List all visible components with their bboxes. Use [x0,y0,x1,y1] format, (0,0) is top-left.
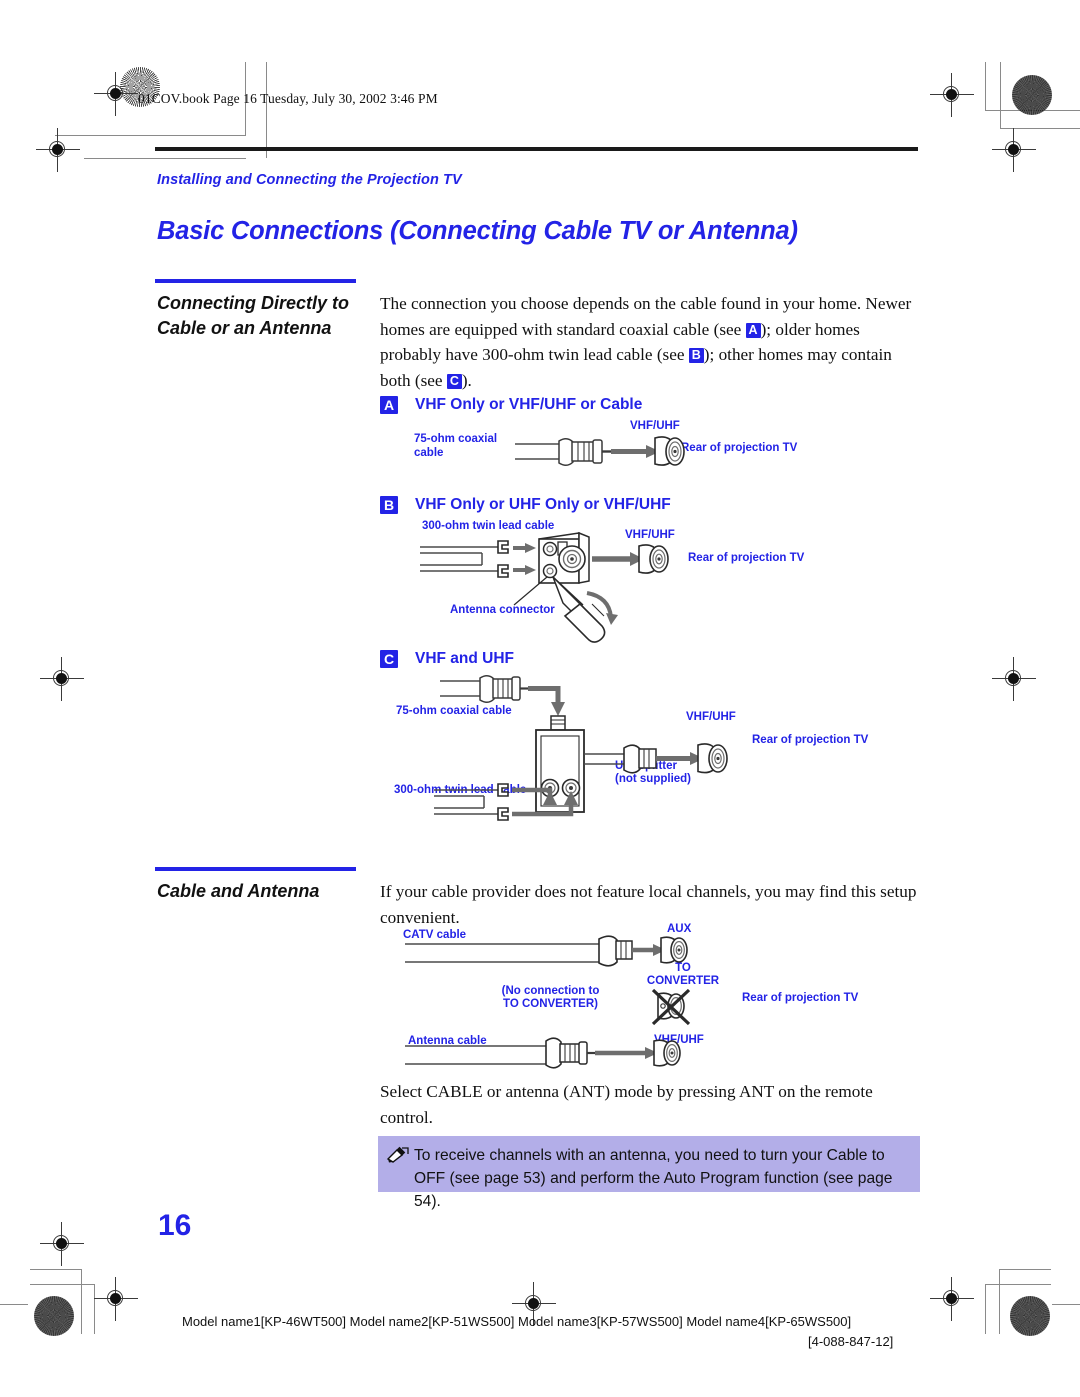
star-target-mark [1010,1296,1050,1336]
pencil-note-icon [386,1146,409,1163]
header-rule [155,147,918,151]
crop-line [55,135,245,136]
section-chip-b: B [380,496,398,514]
section-chip-c: C [380,650,398,668]
body-text-part-4: ). [461,370,472,390]
registration-mark [40,657,84,701]
diagram-b-graphic [420,531,669,643]
inline-chip-b: B [688,348,704,364]
section-heading-connecting-directly: Connecting Directly to Cable or an Anten… [157,293,350,338]
note-text: To receive channels with an antenna, you… [414,1147,893,1210]
diagram-d-graphic [405,935,691,1069]
diagram-d-label-rear: Rear of projection TV [742,992,859,1004]
crop-line [985,62,986,111]
note-box: To receive channels with an antenna, you… [378,1136,920,1210]
crop-line [999,1269,1000,1334]
section-2-closing: Select CABLE or antenna (ANT) mode by pr… [380,1082,873,1127]
diagram-d-label-aux: AUX [667,923,692,935]
section-chip-a: A [380,396,398,414]
registration-mark [930,1277,974,1321]
section-heading-cable-and-antenna: Cable and Antenna [157,881,320,901]
diagram-a-label-rear: Rear of projection TV [681,442,798,454]
crop-line [266,62,267,158]
chapter-title: Installing and Connecting the Projection… [157,172,462,188]
diagram-c-graphic [434,675,728,821]
registration-mark [40,1222,84,1266]
inline-chip-c: C [446,373,462,389]
file-info-line: 01COV.book Page 16 Tuesday, July 30, 200… [138,91,438,106]
registration-mark [36,128,80,172]
crop-line [81,1269,82,1334]
crop-line [1052,1304,1080,1305]
crop-line [985,1284,986,1334]
crop-line [30,1284,94,1285]
section-2-body: If your cable provider does not feature … [380,882,917,927]
diagram-a-graphic [515,436,685,466]
page-number: 16 [158,1209,192,1242]
footer-models: Model name1[KP-46WT500] Model name2[KP-5… [182,1314,852,1329]
crop-line [0,1304,28,1305]
star-target-mark [1012,75,1052,115]
crop-line [84,158,246,159]
crop-line [30,1269,82,1270]
registration-mark [992,657,1036,701]
inline-chip-a: A [745,322,761,338]
page-title: Basic Connections (Connecting Cable TV o… [157,217,798,245]
registration-mark [94,1277,138,1321]
registration-mark [992,128,1036,172]
section-rule [155,279,356,283]
crop-line [999,1269,1051,1270]
diagram-c-title: VHF and UHF [415,650,515,667]
section-1-body: The connection you choose depends on the… [380,291,925,393]
diagram-b-title: VHF Only or UHF Only or VHF/UHF [415,496,671,513]
crop-line [1000,62,1001,129]
registration-mark [94,72,138,116]
section-rule [155,867,356,871]
star-target-mark [34,1296,74,1336]
diagram-b-label-twinlead: 300-ohm twin lead cable [422,520,555,532]
page-canvas: 01COV.book Page 16 Tuesday, July 30, 200… [0,0,1080,1397]
crop-line [985,1284,1051,1285]
diagram-a-title: VHF Only or VHF/UHF or Cable [415,396,643,413]
registration-mark [930,73,974,117]
footer-doc-number: [4-088-847-12] [808,1334,894,1349]
diagram-a-label-coax: 75-ohm coaxial cable [414,433,498,459]
